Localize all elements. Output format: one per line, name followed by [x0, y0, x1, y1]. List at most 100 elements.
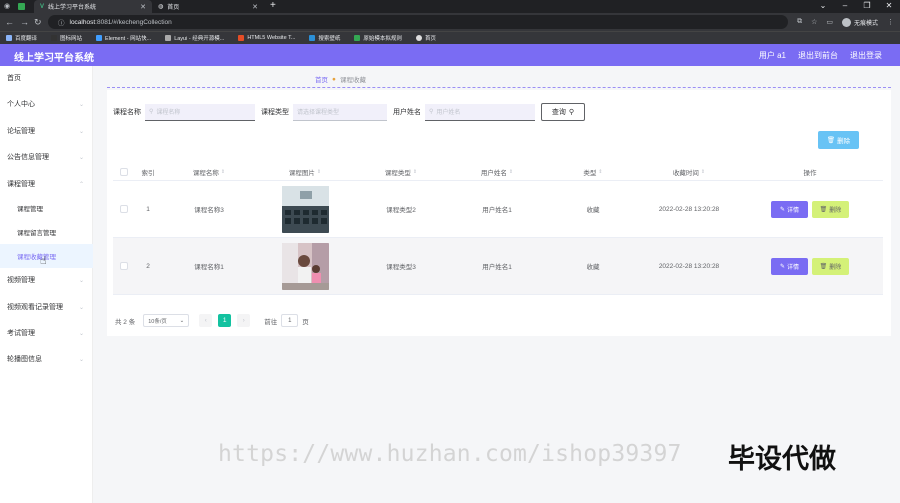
bookmark[interactable]: 原始模本拟规则 [354, 34, 402, 42]
col-collect-time[interactable]: 收藏时间 ⇕ [641, 162, 737, 181]
sidebar-item-label: 首页 [7, 75, 21, 82]
header-actions: 用户 a1 退出到前台 退出登录 [759, 50, 882, 61]
bookmark-icon [96, 35, 103, 41]
restore-icon[interactable]: ❐ [856, 0, 878, 13]
col-index[interactable]: 索引 [135, 162, 161, 181]
col-course-type[interactable]: 课程类型 ⇕ [353, 162, 449, 181]
window-controls: ⌄ – ❐ ✕ [812, 0, 900, 13]
search-icon: ⚲ [568, 109, 575, 116]
chevron-up-icon: ⌃ [78, 181, 84, 188]
detail-button[interactable]: ✎ 详情 [771, 200, 808, 218]
close-tab-icon[interactable]: ✕ [252, 3, 258, 11]
col-course-name[interactable]: 课程名称 ⇕ [161, 162, 257, 181]
more-icon[interactable]: ⋮ [887, 18, 894, 26]
edit-icon: ✎ [779, 263, 785, 270]
cell-course-type: 课程类型3 [386, 264, 416, 271]
tab-app[interactable]: V 线上学习平台系统 ✕ [34, 0, 152, 13]
search-button[interactable]: 查询 ⚲ [541, 103, 585, 121]
bookmark[interactable]: 首页 [415, 34, 436, 42]
row-checkbox[interactable] [120, 205, 128, 213]
sidebar-item-forum[interactable]: 论坛管理 ⌄ [0, 119, 93, 143]
page-size-select[interactable]: 10条/页 ⌄ [143, 314, 190, 327]
col-course-image[interactable]: 课程图片 ⇕ [257, 162, 353, 181]
page-number-current[interactable]: 1 [218, 314, 232, 327]
course-thumbnail [281, 185, 329, 233]
minimize-icon[interactable]: – [834, 0, 856, 13]
browser-menu-icon[interactable]: ◉ [4, 2, 10, 10]
col-actions: 操作 [803, 169, 817, 177]
close-tab-icon[interactable]: ✕ [140, 3, 146, 11]
sort-icon: ⇕ [316, 168, 322, 175]
cell-type: 收藏 [586, 264, 600, 271]
course-type-select[interactable]: 请选择课程类型 [293, 103, 387, 121]
cell-user-name: 用户姓名1 [482, 207, 512, 214]
sort-icon: ⇕ [598, 168, 603, 175]
prev-page-button[interactable]: ‹ [199, 314, 213, 327]
extension-icon[interactable]: ▭ [826, 18, 833, 26]
sidebar-item-label: 个人中心 [7, 101, 35, 108]
translate-icon[interactable]: ⧉ [797, 18, 802, 26]
sidebar-subitem-course[interactable]: 课程管理 [0, 196, 93, 220]
goto-page-input[interactable]: 1 [281, 314, 299, 327]
cell-index: 1 [146, 205, 150, 213]
back-icon[interactable]: ← [5, 15, 14, 29]
bookmark[interactable]: 图标网站 [51, 34, 82, 42]
trash-icon: 🗑 [819, 206, 828, 213]
bookmark[interactable]: 搜索壁纸 [309, 34, 340, 42]
sidebar-item-label: 课程收藏管理 [17, 254, 56, 261]
sidebar-item-profile[interactable]: 个人中心 ⌄ [0, 92, 93, 116]
bookmark-icon [165, 35, 172, 41]
course-name-input[interactable]: ⚲ 课程名称 [145, 103, 255, 121]
breadcrumb-home[interactable]: 首页 [315, 74, 328, 84]
tab-home[interactable]: ◍ 首页 ✕ [152, 0, 264, 13]
bookmark[interactable]: Element - 网站快... [96, 34, 151, 42]
sidebar-item-label: 课程管理 [7, 181, 35, 188]
table-row: 2 课程名称1 课程类型3 用户姓名1 收藏 2022-02-28 13:20:… [113, 238, 883, 295]
address-bar[interactable]: ⓘ localhost:8081/#/kechengCollection [48, 15, 788, 29]
col-user-name[interactable]: 用户姓名 ⇕ [449, 162, 545, 181]
sidebar-item-video-records[interactable]: 视频观看记录管理 ⌄ [0, 295, 93, 319]
trash-icon: 🗑 [826, 137, 836, 144]
cell-course-name: 课程名称1 [194, 264, 224, 271]
batch-delete-button[interactable]: 🗑 删除 [818, 131, 859, 149]
delete-button[interactable]: 🗑 删除 [812, 200, 849, 218]
info-icon: ⓘ [58, 20, 65, 27]
sidebar-item-notice[interactable]: 公告信息管理 ⌄ [0, 145, 93, 169]
chevron-down-icon[interactable]: ⌄ [812, 0, 834, 13]
profile-button[interactable]: 无痕模式 [841, 17, 878, 27]
star-icon[interactable]: ☆ [811, 18, 817, 26]
table-row: 1 课程名称3 课程类型2 用户姓名1 收藏 2022-02-28 13:20:… [113, 181, 883, 238]
chevron-left-icon: ‹ [204, 317, 207, 324]
forward-icon[interactable]: → [20, 15, 29, 29]
incognito-icon [841, 17, 851, 27]
select-all-checkbox[interactable] [120, 167, 128, 176]
cell-user-name: 用户姓名1 [482, 264, 512, 271]
logout-link[interactable]: 退出登录 [850, 50, 882, 61]
sidebar-item-label: 轮播图信息 [7, 356, 42, 363]
detail-button[interactable]: ✎ 详情 [771, 257, 808, 275]
chevron-down-icon: ⌄ [78, 128, 84, 135]
sidebar-item-home[interactable]: 首页 [0, 66, 93, 90]
new-tab-icon[interactable]: + [270, 0, 276, 12]
bookmark[interactable]: HTML5 Website T... [238, 35, 295, 41]
bookmark-icon [51, 35, 58, 41]
bookmark[interactable]: 百度翻译 [6, 34, 37, 42]
bookmark-icon [6, 35, 12, 41]
sidebar-subitem-course-comments[interactable]: 课程留言管理 [0, 220, 93, 244]
user-name-input[interactable]: ⚲ 用户姓名 [425, 103, 535, 121]
delete-button[interactable]: 🗑 删除 [812, 257, 849, 275]
bookmark[interactable]: Layui - 经典开源模... [165, 34, 224, 42]
tab-group-icon[interactable] [18, 3, 25, 10]
sidebar-item-carousel[interactable]: 轮播图信息 ⌄ [0, 347, 93, 371]
row-checkbox[interactable] [120, 262, 128, 270]
back-to-front-link[interactable]: 退出到前台 [798, 50, 838, 61]
app-header: 线上学习平台系统 用户 a1 退出到前台 退出登录 [0, 44, 900, 66]
sidebar-item-exam[interactable]: 考试管理 ⌄ [0, 321, 93, 345]
reload-icon[interactable]: ↻ [34, 15, 42, 29]
close-window-icon[interactable]: ✕ [878, 0, 900, 13]
user-label: 用户 a1 [758, 51, 786, 60]
next-page-button[interactable]: › [237, 314, 251, 327]
sidebar-item-course[interactable]: 课程管理 ⌃ [0, 172, 93, 196]
col-type[interactable]: 类型 ⇕ [545, 162, 641, 181]
sidebar-item-video[interactable]: 视频管理 ⌄ [0, 268, 93, 292]
